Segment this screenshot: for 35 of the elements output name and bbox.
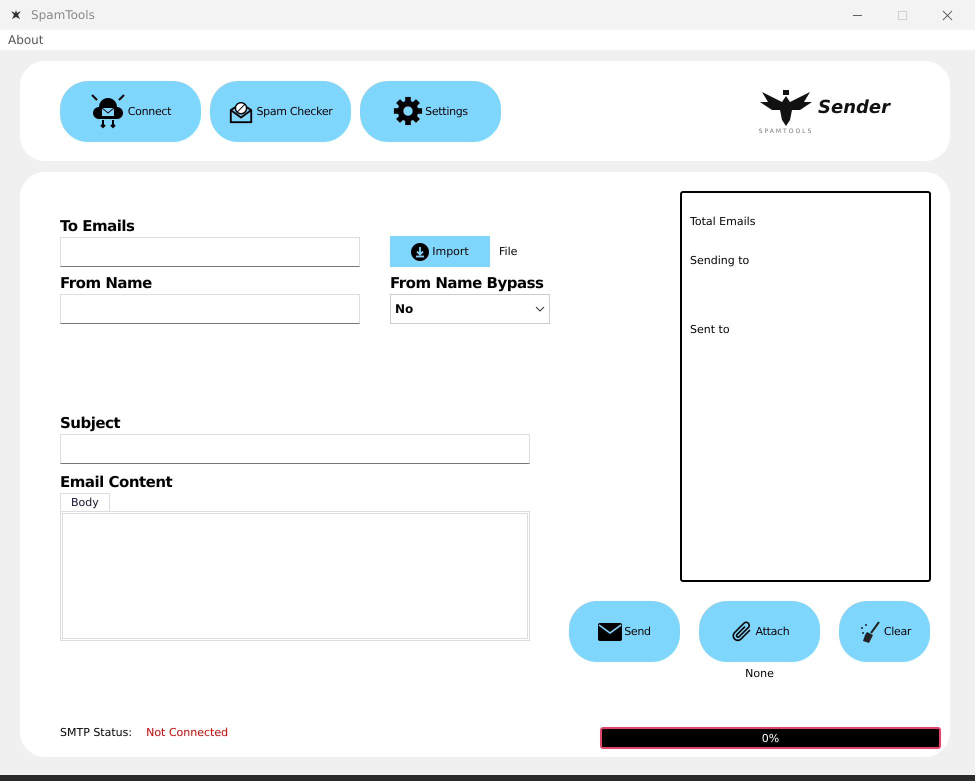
log-line: Sent to (690, 323, 731, 336)
smtp-status-value: Not Connected (146, 726, 228, 739)
toolbar-button[interactable]: Connect (60, 80, 201, 142)
smtp-status-label: SMTP Status: (60, 726, 132, 739)
toolbar-button[interactable]: Spam Checker (210, 80, 351, 142)
gear-icon (393, 96, 424, 126)
attachment-name: None (745, 667, 774, 680)
menu-item[interactable]: About (8, 33, 44, 47)
eagle-logo-icon (758, 88, 814, 128)
download-icon (411, 242, 430, 260)
send-button[interactable]: Send (569, 601, 680, 662)
input-field[interactable] (60, 434, 530, 464)
file-label: File (499, 245, 518, 258)
window-title: SpamTools (31, 8, 95, 22)
chevron-down-icon (535, 306, 545, 312)
attach-button[interactable]: Attach (699, 601, 820, 662)
field-label: From Name Bypass (390, 274, 544, 294)
clear-button[interactable]: Clear (839, 601, 930, 662)
toolbar-button[interactable]: Settings (360, 80, 501, 142)
body-tab[interactable]: Body (60, 493, 110, 511)
log-line: Total Emails (690, 215, 756, 228)
close-icon[interactable] (942, 10, 953, 20)
cloud-mail-icon (90, 93, 126, 129)
logo-name: Sender (818, 96, 890, 118)
progress-text: 0% (762, 732, 780, 744)
import-button[interactable]: Import (390, 236, 490, 267)
field-label: From Name (60, 274, 153, 294)
field-label: To Emails (60, 217, 136, 237)
bypass-dropdown[interactable]: No (390, 294, 550, 324)
input-field[interactable] (60, 294, 360, 324)
app-icon (10, 9, 22, 21)
field-label: Subject (60, 414, 122, 434)
log-line: Sending to (690, 254, 750, 267)
field-label: Email Content (60, 473, 174, 493)
input-field[interactable] (60, 237, 360, 267)
